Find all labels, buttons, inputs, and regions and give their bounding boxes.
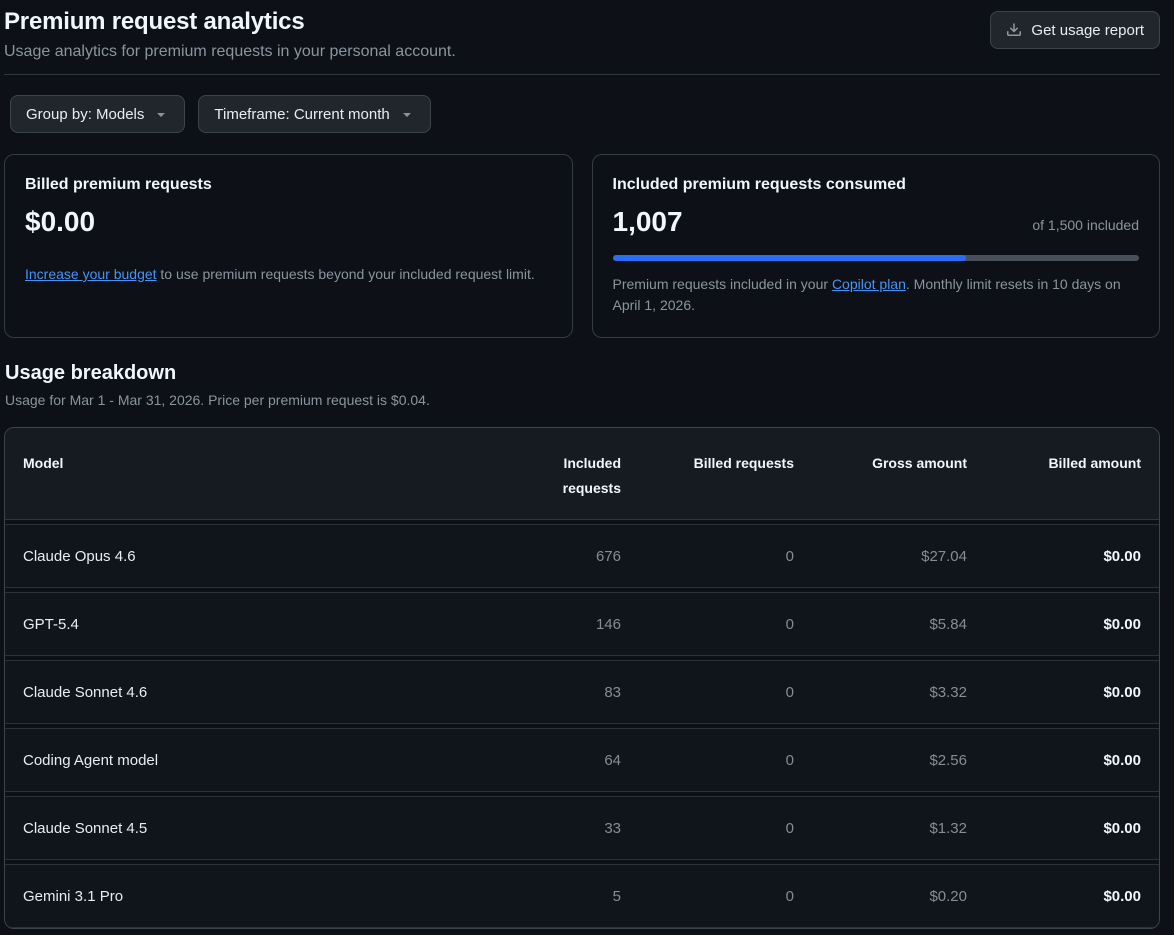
chevron-down-icon: [399, 106, 415, 122]
page-title: Premium request analytics: [4, 8, 456, 36]
included-premium-requests-card: Included premium requests consumed 1,007…: [592, 154, 1161, 338]
get-usage-report-button[interactable]: Get usage report: [990, 11, 1160, 49]
column-header-gross-amount: Gross amount: [794, 451, 967, 476]
billed-amount-value: $0.00: [967, 684, 1141, 701]
increase-budget-link[interactable]: Increase your budget: [25, 266, 157, 282]
included-requests-value: 5: [448, 888, 621, 905]
billed-amount-value: $0.00: [25, 206, 552, 238]
column-header-billed-requests: Billed requests: [621, 451, 794, 476]
billed-premium-requests-card: Billed premium requests $0.00 Increase y…: [4, 154, 573, 338]
chevron-down-icon: [153, 106, 169, 122]
gross-amount-value: $1.32: [794, 820, 967, 837]
billed-amount-value: $0.00: [967, 820, 1141, 837]
model-name: Gemini 3.1 Pro: [23, 888, 448, 905]
timeframe-dropdown-label: Timeframe: Current month: [214, 106, 389, 123]
billed-requests-value: 0: [621, 548, 794, 565]
premium-request-analytics-page: Premium request analytics Usage analytic…: [0, 0, 1174, 929]
filter-bar: Group by: Models Timeframe: Current mont…: [10, 95, 1160, 133]
included-requests-value: 676: [448, 548, 621, 565]
included-consumed-value: 1,007: [613, 206, 683, 238]
table-row: Claude Sonnet 4.6 83 0 $3.32 $0.00: [5, 660, 1159, 724]
included-requests-value: 64: [448, 752, 621, 769]
model-name: Claude Sonnet 4.6: [23, 684, 448, 701]
table-row: Claude Sonnet 4.5 33 0 $1.32 $0.00: [5, 796, 1159, 860]
page-header-titles: Premium request analytics Usage analytic…: [4, 8, 456, 61]
gross-amount-value: $0.20: [794, 888, 967, 905]
billed-requests-value: 0: [621, 820, 794, 837]
billed-amount-value: $0.00: [967, 888, 1141, 905]
gross-amount-value: $27.04: [794, 548, 967, 565]
billed-card-description-text: to use premium requests beyond your incl…: [157, 266, 535, 282]
progress-bar-fill: [613, 255, 966, 261]
table-row: Coding Agent model 64 0 $2.56 $0.00: [5, 728, 1159, 792]
billed-requests-value: 0: [621, 752, 794, 769]
included-card-description: Premium requests included in your Copilo…: [613, 274, 1140, 316]
billed-amount-value: $0.00: [967, 752, 1141, 769]
billed-requests-value: 0: [621, 616, 794, 633]
progress-bar: [613, 255, 1140, 261]
column-header-model: Model: [23, 451, 448, 476]
included-requests-value: 146: [448, 616, 621, 633]
page-header: Premium request analytics Usage analytic…: [4, 8, 1160, 61]
summary-cards: Billed premium requests $0.00 Increase y…: [4, 154, 1160, 338]
group-by-dropdown[interactable]: Group by: Models: [10, 95, 185, 133]
download-icon: [1006, 22, 1022, 38]
header-divider: [4, 74, 1160, 75]
included-quota-note: of 1,500 included: [1032, 217, 1139, 238]
column-header-included-requests: Included requests: [448, 451, 621, 501]
model-name: Claude Sonnet 4.5: [23, 820, 448, 837]
table-row: Gemini 3.1 Pro 5 0 $0.20 $0.00: [5, 864, 1159, 928]
column-header-billed-amount: Billed amount: [967, 451, 1141, 476]
group-by-dropdown-label: Group by: Models: [26, 106, 144, 123]
model-name: Coding Agent model: [23, 752, 448, 769]
gross-amount-value: $2.56: [794, 752, 967, 769]
included-amount-row: 1,007 of 1,500 included: [613, 194, 1140, 238]
billed-amount-value: $0.00: [967, 548, 1141, 565]
gross-amount-value: $5.84: [794, 616, 967, 633]
table-header-row: Model Included requests Billed requests …: [5, 428, 1159, 520]
included-card-text-before: Premium requests included in your: [613, 276, 832, 292]
copilot-plan-link[interactable]: Copilot plan: [832, 276, 906, 292]
billed-requests-value: 0: [621, 888, 794, 905]
table-row: GPT-5.4 146 0 $5.84 $0.00: [5, 592, 1159, 656]
billed-amount-value: $0.00: [967, 616, 1141, 633]
usage-breakdown-title: Usage breakdown: [5, 362, 1160, 385]
billed-card-title: Billed premium requests: [25, 176, 552, 194]
timeframe-dropdown[interactable]: Timeframe: Current month: [198, 95, 430, 133]
get-usage-report-label: Get usage report: [1031, 22, 1144, 39]
table-body: Claude Opus 4.6 676 0 $27.04 $0.00 GPT-5…: [5, 524, 1159, 928]
included-card-title: Included premium requests consumed: [613, 176, 1140, 194]
page-subtitle: Usage analytics for premium requests in …: [4, 43, 456, 61]
model-name: Claude Opus 4.6: [23, 548, 448, 565]
included-requests-value: 33: [448, 820, 621, 837]
model-name: GPT-5.4: [23, 616, 448, 633]
billed-requests-value: 0: [621, 684, 794, 701]
usage-breakdown-table: Model Included requests Billed requests …: [4, 427, 1160, 929]
gross-amount-value: $3.32: [794, 684, 967, 701]
billed-card-description: Increase your budget to use premium requ…: [25, 264, 552, 285]
table-row: Claude Opus 4.6 676 0 $27.04 $0.00: [5, 524, 1159, 588]
included-requests-value: 83: [448, 684, 621, 701]
usage-breakdown-subtitle: Usage for Mar 1 - Mar 31, 2026. Price pe…: [5, 392, 1160, 408]
